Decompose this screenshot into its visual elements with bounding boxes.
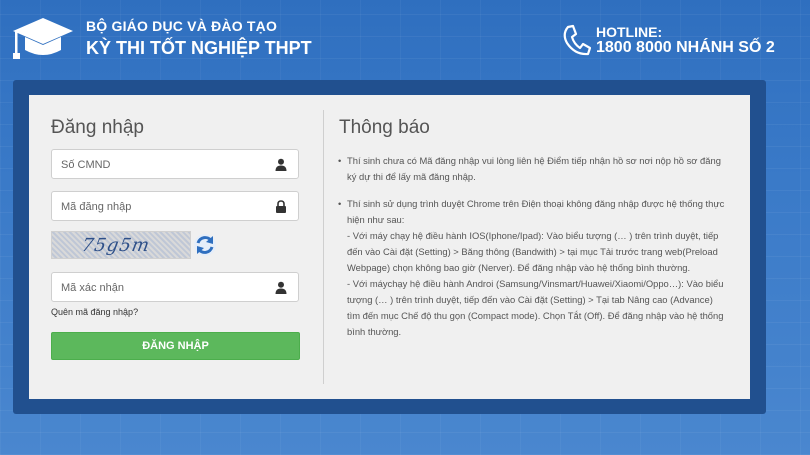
captcha-text: 75g5m: [80, 235, 152, 256]
notice-item: Thí sinh sử dụng trình duyệt Chrome trên…: [338, 196, 728, 340]
notice-item-intro: Thí sinh sử dụng trình duyệt Chrome trên…: [347, 198, 725, 225]
id-number-field[interactable]: [51, 149, 299, 179]
login-button[interactable]: ĐĂNG NHẬP: [51, 332, 300, 360]
login-code-field[interactable]: [51, 191, 299, 221]
hotline-label: HOTLINE:: [596, 24, 663, 40]
notice-ios-instructions: - Với máy chạy hệ điều hành IOS(Iphone/I…: [347, 230, 719, 273]
exam-title: KỲ THI TỐT NGHIỆP THPT: [86, 38, 312, 58]
forgot-code-link[interactable]: Quên mã đăng nhập?: [51, 307, 138, 317]
graduation-cap-icon: [13, 18, 73, 59]
login-code-input[interactable]: [61, 199, 261, 215]
phone-icon: [563, 24, 591, 56]
notice-title: Thông báo: [339, 117, 430, 138]
notice-item-text: Thí sinh chưa có Mã đăng nhập vui lòng l…: [347, 155, 721, 182]
org-name: BỘ GIÁO DỤC VÀ ĐÀO TẠO: [86, 18, 278, 34]
user-icon: [275, 281, 287, 294]
login-title: Đăng nhập: [51, 117, 144, 138]
user-icon: [275, 158, 287, 171]
site-header: BỘ GIÁO DỤC VÀ ĐÀO TẠO KỲ THI TỐT NGHIỆP…: [0, 0, 810, 80]
hotline-number: 1800 8000 NHÁNH SỐ 2: [596, 39, 775, 56]
captcha-image: 75g5m: [51, 231, 191, 259]
notice-item: Thí sinh chưa có Mã đăng nhập vui lòng l…: [338, 153, 728, 185]
captcha-field[interactable]: [51, 272, 299, 302]
captcha-input[interactable]: [61, 280, 261, 296]
notice-list: Thí sinh chưa có Mã đăng nhập vui lòng l…: [338, 153, 728, 351]
refresh-icon[interactable]: [193, 233, 217, 257]
id-number-input[interactable]: [61, 157, 261, 173]
lock-icon: [276, 200, 286, 213]
notice-android-instructions: - Với máychạy hệ điều hành Androi (Samsu…: [347, 278, 724, 337]
card-divider: [323, 110, 324, 384]
